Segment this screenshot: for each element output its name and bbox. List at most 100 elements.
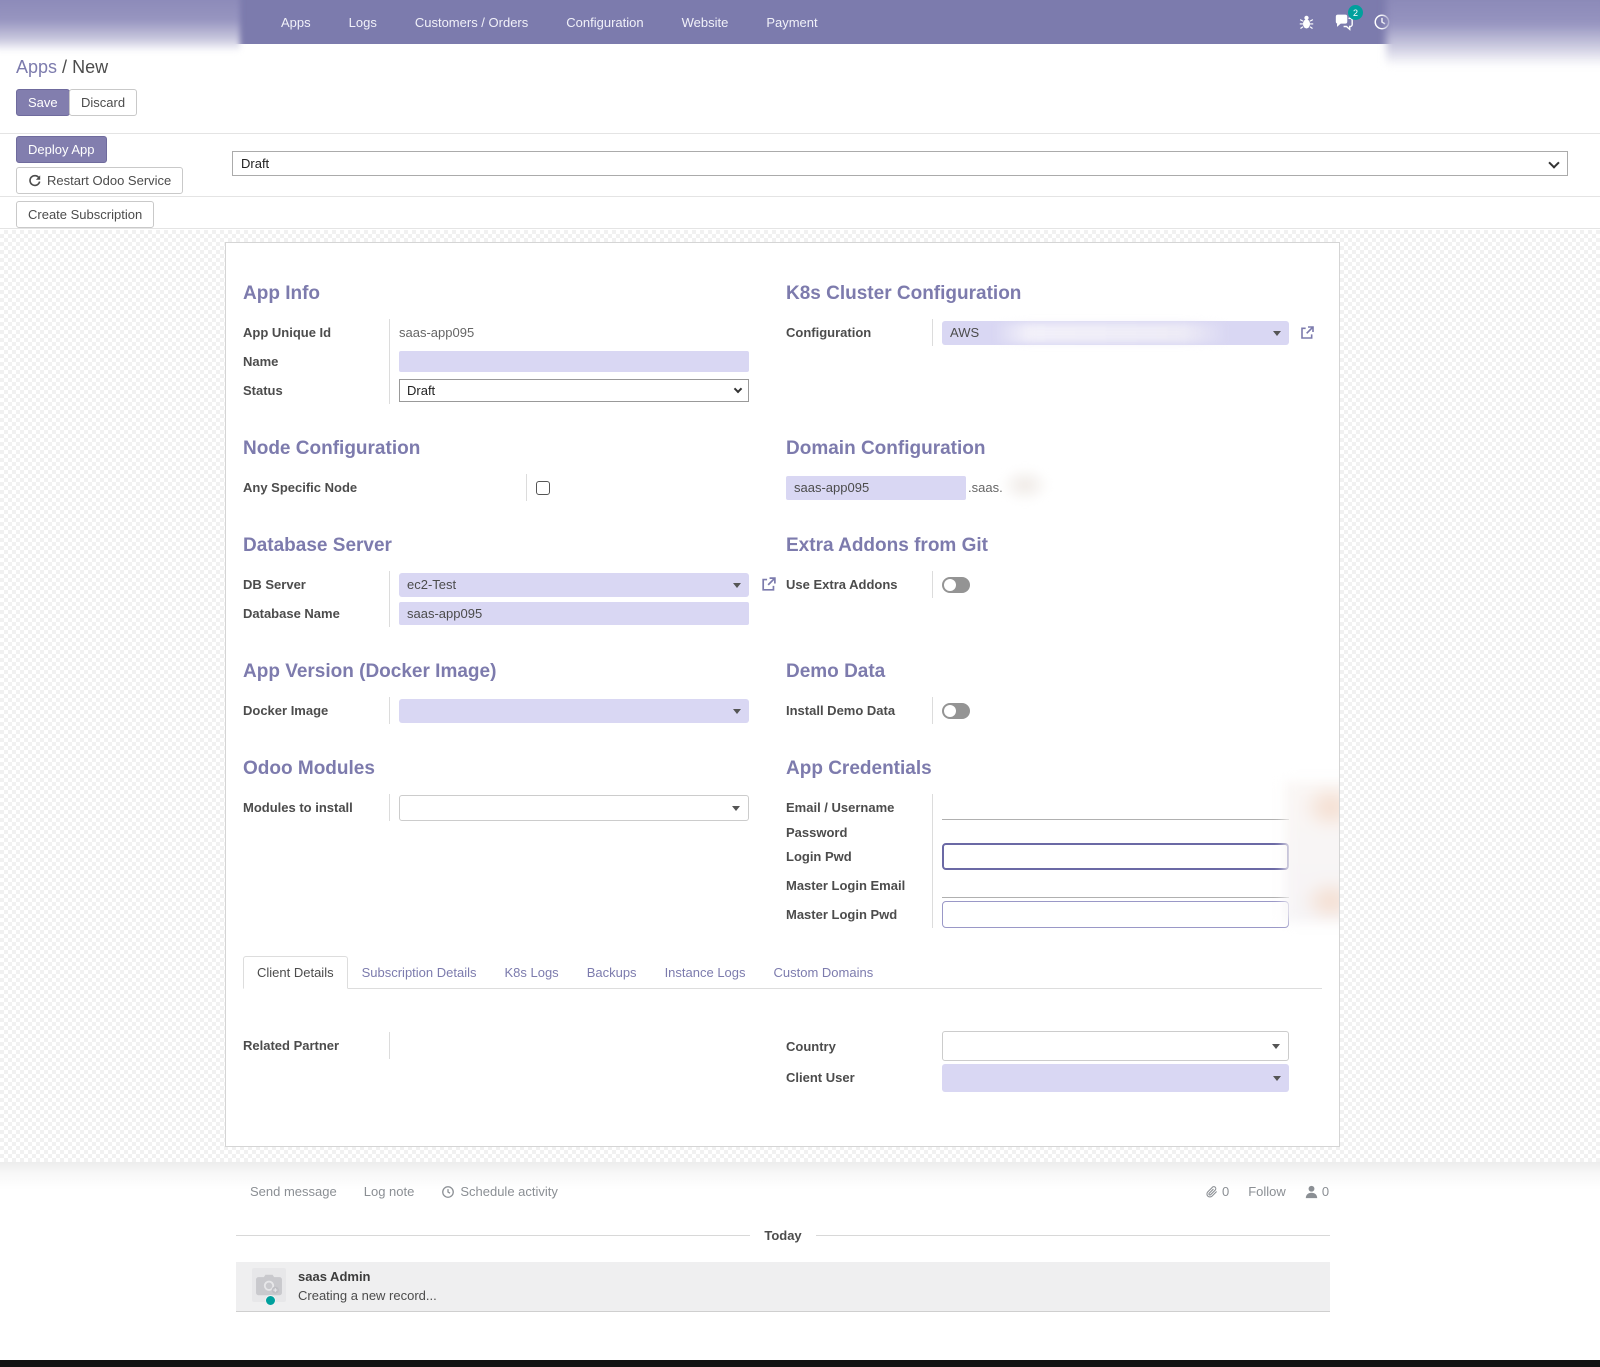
date-divider: Today xyxy=(236,1228,1330,1243)
chatter-message[interactable]: saas Admin Creating a new record... xyxy=(236,1262,1330,1312)
paperclip-icon xyxy=(1205,1185,1218,1199)
group-app-info: App Info App Unique Id saas-app095 Name … xyxy=(243,283,749,405)
bug-icon[interactable] xyxy=(1296,12,1316,32)
tab-backups[interactable]: Backups xyxy=(573,956,651,989)
docker-image-select[interactable] xyxy=(399,699,749,723)
field-row-app-unique-id: App Unique Id saas-app095 xyxy=(243,318,749,347)
subdomain-input[interactable]: saas-app095 xyxy=(786,476,966,500)
menu-item-apps[interactable]: Apps xyxy=(262,0,330,44)
group-app-credentials: App Credentials Email / Username Passwor… xyxy=(786,758,1322,929)
status-select[interactable]: Draft xyxy=(232,151,1568,176)
section-title: Demo Data xyxy=(786,661,1289,683)
chat-icon[interactable]: 2 xyxy=(1334,12,1354,32)
section-title: App Version (Docker Image) xyxy=(243,661,749,683)
configuration-select[interactable]: AWS xyxy=(942,321,1289,345)
follow-button[interactable]: Follow xyxy=(1248,1184,1286,1199)
domain-suffix: .saas. xyxy=(968,480,1003,495)
followers-button[interactable]: 0 xyxy=(1305,1184,1329,1199)
section-title: Extra Addons from Git xyxy=(786,535,1289,557)
modules-to-install-label: Modules to install xyxy=(243,800,389,815)
group-database-server: Database Server DB Server ec2-Test xyxy=(243,535,749,628)
tab-subscription-details[interactable]: Subscription Details xyxy=(348,956,491,989)
navbar-icon-group: 2 xyxy=(1296,0,1392,44)
external-link-icon[interactable] xyxy=(760,576,777,593)
group-k8s-cluster: K8s Cluster Configuration Configuration … xyxy=(786,283,1322,405)
field-row-login-pwd: Login Pwd xyxy=(786,842,1289,871)
database-name-input[interactable]: saas-app095 xyxy=(399,602,749,625)
field-row-password: Password xyxy=(786,822,1289,842)
send-message-button[interactable]: Send message xyxy=(250,1184,337,1199)
menu-item-payment[interactable]: Payment xyxy=(747,0,836,44)
breadcrumb-current: New xyxy=(72,57,108,77)
blurred-brand-area xyxy=(0,0,240,52)
blurred-credentials-patch xyxy=(1285,782,1340,922)
country-select[interactable] xyxy=(942,1031,1289,1061)
field-row-master-login-email: Master Login Email xyxy=(786,871,1289,900)
group-odoo-modules: Odoo Modules Modules to install xyxy=(243,758,749,929)
restart-odoo-service-button[interactable]: Restart Odoo Service xyxy=(16,167,183,194)
breadcrumb-apps-link[interactable]: Apps xyxy=(16,57,57,77)
save-button[interactable]: Save xyxy=(16,89,70,116)
field-row-country: Country xyxy=(786,1031,1289,1061)
refresh-icon xyxy=(28,174,41,187)
discard-button[interactable]: Discard xyxy=(69,89,137,116)
master-login-email-label: Master Login Email xyxy=(786,878,932,893)
db-server-label: DB Server xyxy=(243,577,389,592)
menu-item-logs[interactable]: Logs xyxy=(330,0,396,44)
email-username-label: Email / Username xyxy=(786,800,932,815)
menu-item-customers-orders[interactable]: Customers / Orders xyxy=(396,0,547,44)
menu-item-configuration[interactable]: Configuration xyxy=(547,0,662,44)
any-specific-node-checkbox[interactable] xyxy=(536,481,550,495)
modules-to-install-select[interactable] xyxy=(399,795,749,821)
app-window: Apps Logs Customers / Orders Configurati… xyxy=(0,0,1600,1367)
notebook-tabs: Client Details Subscription Details K8s … xyxy=(243,956,1322,989)
blurred-user-area xyxy=(1386,0,1600,66)
tab-client-details-content: Related Partner Country Client User xyxy=(243,989,1322,1094)
breadcrumb: Apps / New xyxy=(16,57,108,78)
status-field-select[interactable]: Draft xyxy=(399,379,749,402)
name-input[interactable] xyxy=(399,351,749,372)
field-row-email-username: Email / Username xyxy=(786,793,1289,822)
group-app-version: App Version (Docker Image) Docker Image xyxy=(243,661,749,725)
login-pwd-input[interactable] xyxy=(942,843,1289,870)
tab-k8s-logs[interactable]: K8s Logs xyxy=(490,956,572,989)
menu-item-website[interactable]: Website xyxy=(663,0,748,44)
install-demo-data-toggle[interactable] xyxy=(942,703,970,719)
group-extra-addons: Extra Addons from Git Use Extra Addons xyxy=(786,535,1322,628)
blurred-text-patch xyxy=(994,323,1229,343)
blurred-domain-patch xyxy=(1000,467,1050,503)
country-label: Country xyxy=(786,1039,932,1054)
attachments-button[interactable]: 0 xyxy=(1205,1184,1229,1199)
master-login-email-input[interactable] xyxy=(942,873,1289,898)
field-row-configuration: Configuration AWS xyxy=(786,318,1289,347)
tab-custom-domains[interactable]: Custom Domains xyxy=(760,956,888,989)
use-extra-addons-toggle[interactable] xyxy=(942,577,970,593)
tab-client-details[interactable]: Client Details xyxy=(243,956,348,989)
external-link-icon[interactable] xyxy=(1299,325,1315,341)
message-author[interactable]: saas Admin xyxy=(298,1269,371,1284)
deploy-app-button[interactable]: Deploy App xyxy=(16,136,107,163)
master-login-pwd-input[interactable] xyxy=(942,901,1289,928)
section-title: Database Server xyxy=(243,535,749,557)
window-bottom-edge xyxy=(0,1360,1600,1367)
any-specific-node-label: Any Specific Node xyxy=(243,480,526,495)
master-login-pwd-label: Master Login Pwd xyxy=(786,907,932,922)
schedule-activity-button[interactable]: Schedule activity xyxy=(441,1184,558,1199)
tab-instance-logs[interactable]: Instance Logs xyxy=(651,956,760,989)
app-unique-id-label: App Unique Id xyxy=(243,325,389,340)
field-row-client-user: Client User xyxy=(786,1063,1289,1092)
log-note-button[interactable]: Log note xyxy=(364,1184,415,1199)
db-server-select[interactable]: ec2-Test xyxy=(399,573,749,597)
login-pwd-label: Login Pwd xyxy=(786,849,932,864)
create-subscription-button[interactable]: Create Subscription xyxy=(16,201,154,228)
field-row-use-extra-addons: Use Extra Addons xyxy=(786,570,1289,599)
client-user-select[interactable] xyxy=(942,1064,1289,1092)
field-row-modules: Modules to install xyxy=(243,793,749,822)
email-username-input[interactable] xyxy=(942,795,1289,820)
configuration-label: Configuration xyxy=(786,325,932,340)
field-row-install-demo: Install Demo Data xyxy=(786,696,1289,725)
group-demo-data: Demo Data Install Demo Data xyxy=(786,661,1322,725)
form-background: App Info App Unique Id saas-app095 Name … xyxy=(0,230,1600,1162)
schedule-clock-icon xyxy=(441,1185,455,1199)
docker-image-label: Docker Image xyxy=(243,703,389,718)
